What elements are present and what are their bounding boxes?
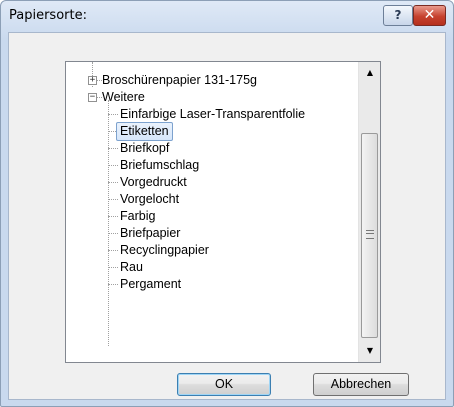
tree-connector [92, 62, 93, 76]
close-icon: ✕ [423, 7, 436, 23]
tree-item[interactable]: Briefpapier [120, 225, 180, 242]
tree-item[interactable]: Vorgelocht [120, 191, 179, 208]
tree-connector [108, 182, 118, 183]
tree-connector [108, 284, 118, 285]
tree-node-weitere[interactable]: Weitere [102, 89, 145, 106]
tree-item-selected[interactable]: Etiketten [116, 122, 173, 141]
help-button[interactable]: ? [383, 5, 413, 26]
collapse-minus-icon[interactable]: − [88, 93, 97, 102]
tree-item[interactable]: Recyclingpapier [120, 242, 209, 259]
question-mark-icon: ? [394, 8, 402, 22]
tree-connector [108, 199, 118, 200]
tree-item[interactable]: Pergament [120, 276, 181, 293]
expand-plus-icon[interactable]: + [88, 76, 97, 85]
dialog-client-area: + − Broschürenpapier 131-175g Weitere Ei… [8, 32, 446, 400]
tree-connector [108, 216, 118, 217]
tree-connector [108, 250, 118, 251]
tree-connector [108, 233, 118, 234]
scrollbar-grip-icon [366, 230, 374, 239]
title-bar[interactable]: Papiersorte: ? ✕ [1, 1, 453, 31]
tree-node-broschuerenpapier[interactable]: Broschürenpapier 131-175g [102, 72, 257, 89]
cancel-button[interactable]: Abbrechen [313, 373, 409, 396]
tree-item[interactable]: Vorgedruckt [120, 174, 187, 191]
paper-type-tree[interactable]: + − Broschürenpapier 131-175g Weitere Ei… [65, 61, 381, 363]
tree-item[interactable]: Einfarbige Laser-Transparentfolie [120, 106, 305, 123]
tree-item[interactable]: Briefumschlag [120, 157, 199, 174]
scroll-down-arrow-icon[interactable]: ▼ [359, 340, 380, 362]
dialog-title: Papiersorte: [9, 8, 87, 23]
tree-item[interactable]: Briefkopf [120, 140, 169, 157]
paper-type-dialog: Papiersorte: ? ✕ + − Broschürenpapier 13… [0, 0, 454, 407]
tree-item[interactable]: Farbig [120, 208, 155, 225]
scrollbar-thumb[interactable] [361, 133, 378, 338]
tree-connector [108, 100, 109, 346]
close-button[interactable]: ✕ [413, 5, 446, 26]
scroll-up-arrow-icon[interactable]: ▲ [359, 62, 380, 84]
vertical-scrollbar[interactable]: ▲ ▼ [358, 62, 380, 362]
tree-content: + − Broschürenpapier 131-175g Weitere Ei… [66, 62, 358, 362]
tree-connector [108, 148, 118, 149]
tree-connector [108, 165, 118, 166]
ok-button[interactable]: OK [177, 373, 271, 396]
tree-item[interactable]: Rau [120, 259, 143, 276]
tree-connector [108, 114, 118, 115]
tree-connector [108, 267, 118, 268]
